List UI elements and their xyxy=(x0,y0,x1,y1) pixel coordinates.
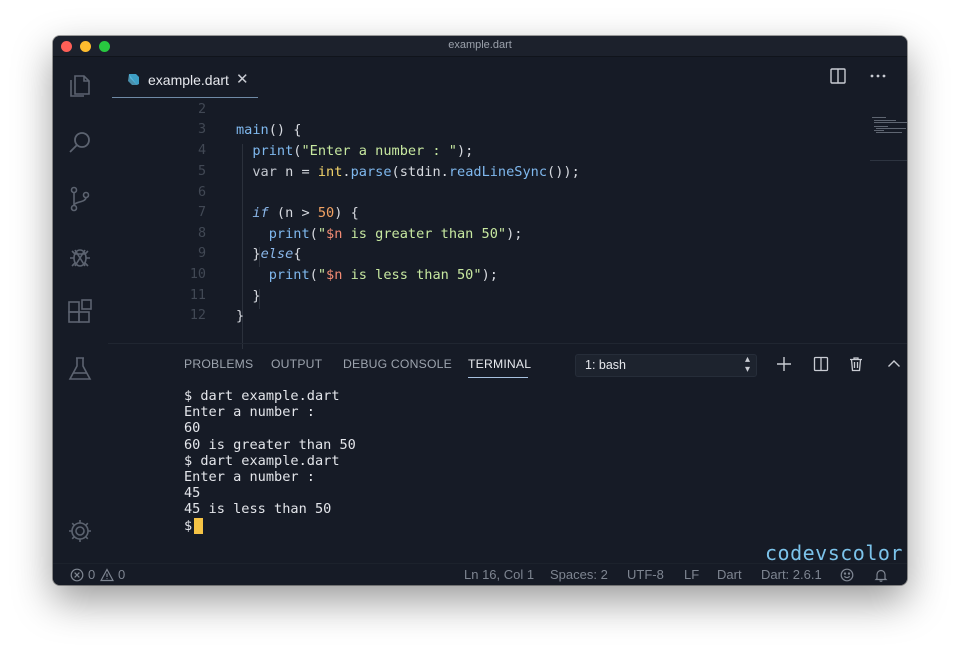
dart-file-icon xyxy=(126,72,140,86)
trash-icon[interactable] xyxy=(848,356,864,372)
end-of-line[interactable]: LF xyxy=(684,567,699,582)
dart-sdk-version[interactable]: Dart: 2.6.1 xyxy=(761,567,822,582)
split-terminal-icon[interactable] xyxy=(813,356,829,372)
code-line: 10 print("$n is less than 50"); xyxy=(108,267,868,288)
terminal-prompt-line: $ xyxy=(184,517,356,534)
code-line: 5 var n = int.parse(stdin.readLineSync()… xyxy=(108,164,868,185)
code-text: print("$n is less than 50"); xyxy=(268,267,498,283)
terminal-cursor xyxy=(194,517,204,534)
cursor-position[interactable]: Ln 16, Col 1 xyxy=(464,567,534,582)
terminal-line: 45 xyxy=(184,485,201,502)
terminal-output[interactable]: $ dart example.dart Enter a number : 60 … xyxy=(184,388,356,534)
settings-gear-icon[interactable] xyxy=(66,517,94,545)
line-number: 10 xyxy=(189,267,206,282)
line-number: 4 xyxy=(197,143,206,158)
code-text: if (n > 50) { xyxy=(252,205,359,221)
feedback-smiley-icon[interactable] xyxy=(840,568,854,582)
terminal-line: 60 xyxy=(184,420,201,437)
testing-icon[interactable] xyxy=(66,355,94,383)
code-line: 8 print("$n is greater than 50"); xyxy=(108,226,868,247)
title-bar: example.dart xyxy=(53,36,907,57)
terminal-line: Enter a number : xyxy=(184,404,315,421)
activity-bar xyxy=(53,57,108,563)
line-number: 8 xyxy=(197,226,206,241)
line-number: 11 xyxy=(189,288,206,303)
split-editor-icon[interactable] xyxy=(829,67,847,85)
code-editor[interactable]: 2 3 main() { 4 print("Enter a number : "… xyxy=(108,102,907,343)
terminal-select[interactable]: 1: bash ▴ ▾ xyxy=(575,354,757,377)
tab-output[interactable]: OUTPUT xyxy=(271,357,322,371)
code-line: 3 main() { xyxy=(108,122,868,143)
tabs-bar: example.dart ✕ xyxy=(108,57,907,98)
code-line: 4 print("Enter a number : "); xyxy=(108,143,868,164)
code-text: } xyxy=(236,288,261,304)
line-number: 7 xyxy=(197,205,206,220)
tab-close-icon[interactable]: ✕ xyxy=(236,70,249,88)
editor-window: example.dart example.dart ✕ 2 3 main() {… xyxy=(53,36,907,585)
tab-label: example.dart xyxy=(148,72,229,88)
line-number: 12 xyxy=(189,308,206,323)
terminal-line: Enter a number : xyxy=(184,468,315,485)
code-line: 11 } xyxy=(108,288,868,309)
encoding[interactable]: UTF-8 xyxy=(627,567,664,582)
panel-tabs: PROBLEMS OUTPUT DEBUG CONSOLE TERMINAL 1… xyxy=(108,344,907,380)
line-number: 5 xyxy=(197,164,206,179)
line-number: 3 xyxy=(197,122,206,137)
files-icon[interactable] xyxy=(66,72,94,100)
code-line: 12 } xyxy=(108,308,868,329)
terminal-line: 45 is less than 50 xyxy=(184,501,332,518)
status-bar: 0 0 Ln 16, Col 1 Spaces: 2 UTF-8 LF Dart… xyxy=(53,563,907,585)
extensions-icon[interactable] xyxy=(66,298,94,326)
terminal-line: $ dart example.dart xyxy=(184,388,340,404)
code-line: 6 xyxy=(108,185,868,206)
maximize-panel-icon[interactable] xyxy=(886,356,902,372)
tab-example-dart[interactable]: example.dart ✕ xyxy=(112,61,258,98)
warning-count[interactable]: 0 xyxy=(118,567,125,582)
terminal-prompt: $ xyxy=(184,517,193,534)
tab-problems[interactable]: PROBLEMS xyxy=(184,357,253,371)
code-text: print("$n is greater than 50"); xyxy=(268,226,523,242)
minimap[interactable] xyxy=(872,117,907,177)
more-actions-icon[interactable] xyxy=(869,67,887,85)
indentation[interactable]: Spaces: 2 xyxy=(550,567,608,582)
code-text: }else{ xyxy=(236,246,302,262)
window-title: example.dart xyxy=(448,39,512,51)
error-count[interactable]: 0 xyxy=(88,567,95,582)
source-control-icon[interactable] xyxy=(66,185,94,213)
search-icon[interactable] xyxy=(66,129,94,157)
line-number: 9 xyxy=(197,246,206,261)
active-tab-indicator xyxy=(468,377,528,378)
code-text: main() { xyxy=(236,122,302,138)
minimap-divider xyxy=(870,160,907,161)
line-number: 6 xyxy=(197,185,206,200)
warning-icon[interactable] xyxy=(100,568,114,582)
code-line: 7 if (n > 50) { xyxy=(108,205,868,226)
line-number: 2 xyxy=(197,102,206,117)
code-line: 2 xyxy=(108,102,868,123)
code-text: print("Enter a number : "); xyxy=(252,143,474,159)
code-line: 9 }else{ xyxy=(108,246,868,267)
code-text: } xyxy=(236,308,245,324)
new-terminal-icon[interactable] xyxy=(776,356,792,372)
terminal-line: $ dart example.dart xyxy=(184,452,340,469)
tab-debug-console[interactable]: DEBUG CONSOLE xyxy=(343,357,452,371)
terminal-line: 60 is greater than 50 xyxy=(184,436,356,453)
language-mode[interactable]: Dart xyxy=(717,567,742,582)
editor-area: example.dart ✕ 2 3 main() {4 print("Ent… xyxy=(108,57,907,565)
debug-icon[interactable] xyxy=(66,242,94,270)
notifications-bell-icon[interactable] xyxy=(874,568,888,582)
watermark: codevscolor.com xyxy=(765,541,907,565)
error-icon[interactable] xyxy=(70,568,84,582)
tab-terminal[interactable]: TERMINAL xyxy=(468,357,531,371)
select-arrows-icon: ▴ ▾ xyxy=(744,354,750,375)
terminal-select-value: 1: bash xyxy=(585,358,627,372)
bottom-panel: PROBLEMS OUTPUT DEBUG CONSOLE TERMINAL 1… xyxy=(108,343,907,565)
code-text: var n = int.parse(stdin.readLineSync()); xyxy=(252,164,580,180)
